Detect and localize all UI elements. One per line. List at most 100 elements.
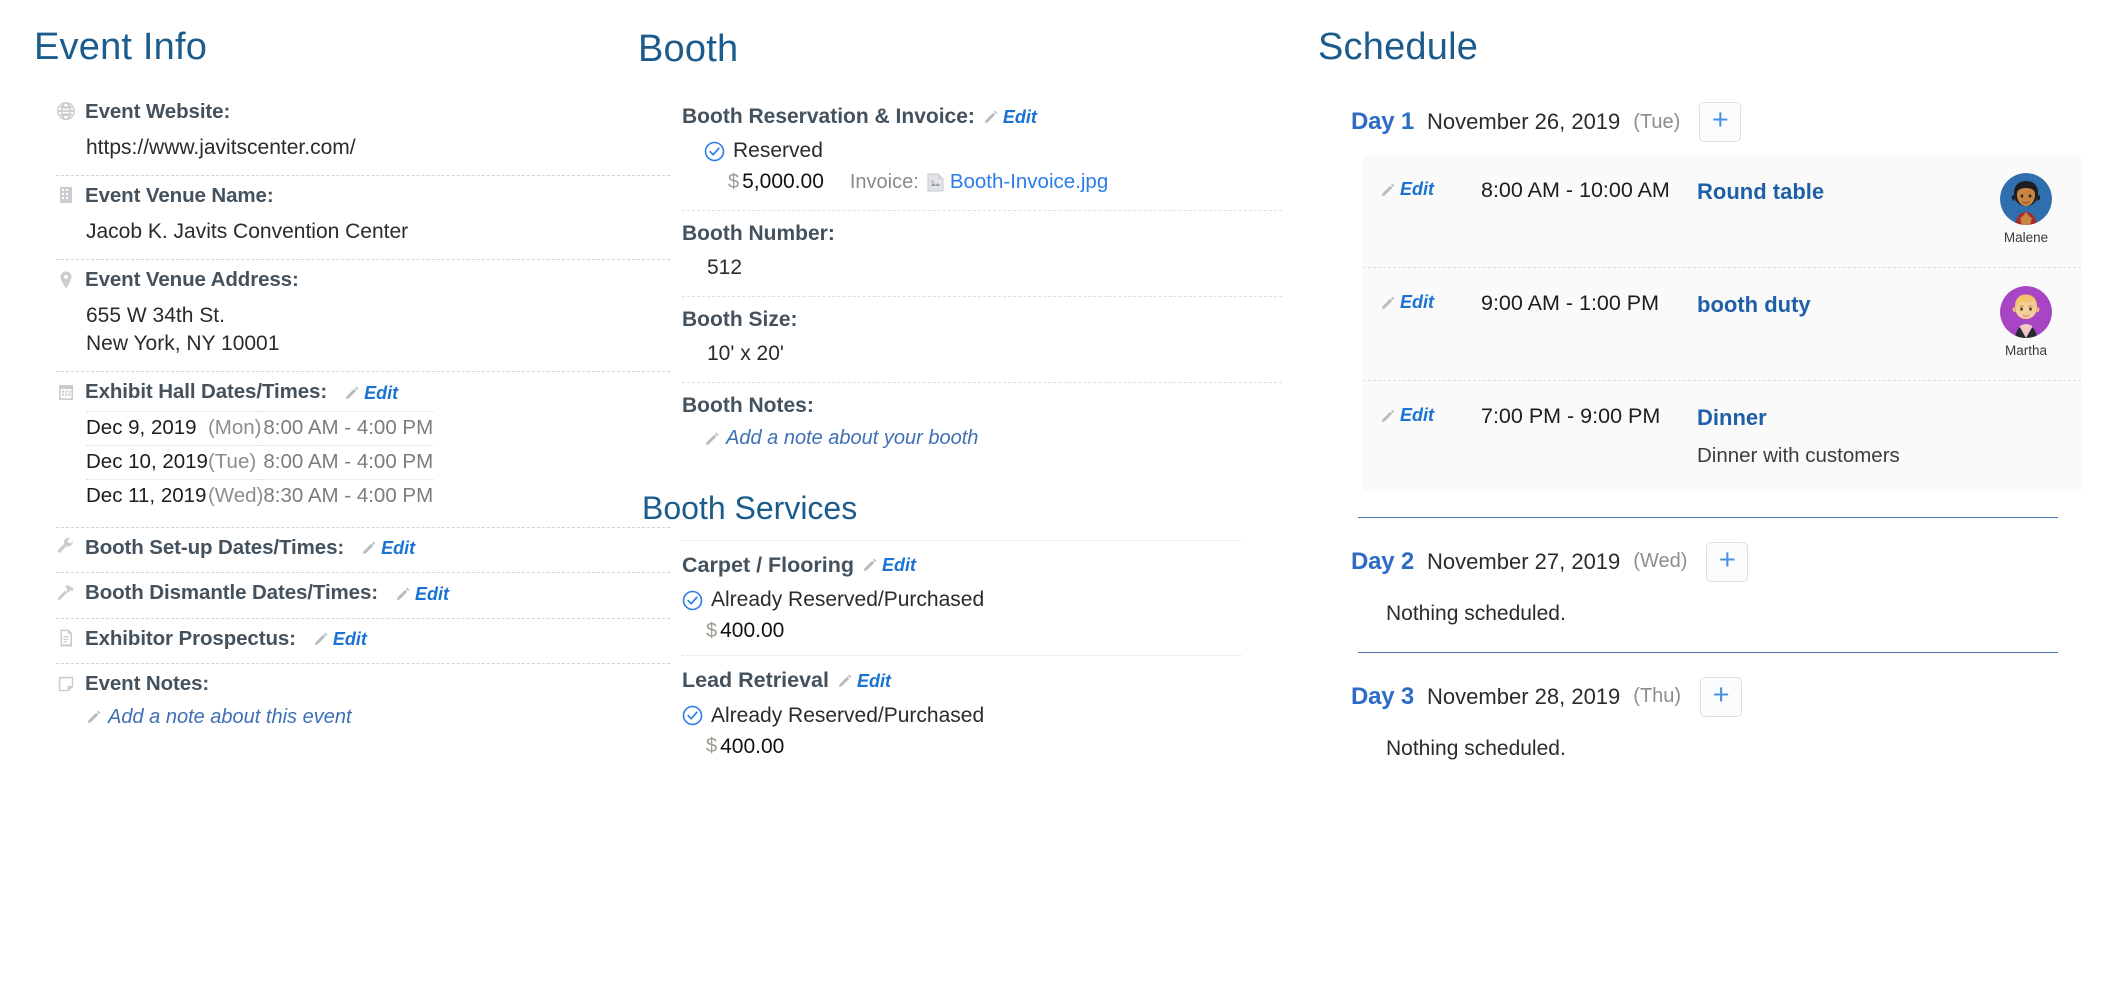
exhibit-date: Dec 11, 2019 — [86, 479, 208, 513]
page-title-schedule: Schedule — [1318, 28, 2108, 66]
currency-symbol: $ — [728, 171, 739, 194]
service-name: Carpet / Flooring — [682, 555, 854, 577]
day-3-nothing-scheduled: Nothing scheduled. — [1386, 737, 2108, 761]
pencil-icon — [361, 540, 377, 556]
plus-icon: + — [1719, 552, 1736, 569]
day-3-dow: (Thu) — [1633, 685, 1681, 708]
event-venue-name-value: Jacob K. Javits Convention Center — [86, 218, 670, 246]
service-status-text: Already Reserved/Purchased — [711, 704, 984, 728]
avatar — [2000, 286, 2052, 338]
day-1-dow: (Tue) — [1633, 111, 1680, 134]
plus-icon: + — [1712, 112, 1729, 129]
edit-label: Edit — [333, 630, 367, 648]
pencil-icon — [1380, 295, 1396, 311]
avatar — [2000, 173, 2052, 225]
table-row: Dec 11, 2019 (Wed) 8:30 AM - 4:00 PM — [86, 479, 433, 513]
pencil-icon — [1380, 182, 1396, 198]
add-schedule-item-day-3-button[interactable]: + — [1700, 677, 1742, 717]
event-venue-address-row: Event Venue Address: 655 W 34th St. New … — [56, 260, 670, 372]
schedule-event-assignee[interactable]: Malene — [1971, 173, 2081, 245]
service-status: Already Reserved/Purchased — [682, 588, 1242, 612]
exhibit-dow: (Wed) — [208, 479, 263, 513]
booth-service-lead-retrieval: Lead Retrieval Edit Already Reserved/Pur… — [682, 655, 1242, 771]
event-venue-address-label: Event Venue Address: — [85, 270, 299, 291]
booth-reservation-label: Booth Reservation & Invoice: — [682, 106, 975, 127]
edit-booth-setup-dates-button[interactable]: Edit — [361, 539, 415, 557]
day-3-header: Day 3 November 28, 2019 (Thu) + — [1318, 677, 2108, 717]
pencil-icon — [344, 385, 360, 401]
day-1-label: Day 1 — [1351, 108, 1414, 136]
note-icon — [56, 674, 76, 694]
service-amount: 400.00 — [720, 735, 784, 759]
day-1-events: Edit 8:00 AM - 10:00 AM Round table — [1363, 155, 2081, 491]
edit-booth-dismantle-dates-button[interactable]: Edit — [395, 585, 449, 603]
check-circle-icon — [704, 141, 725, 162]
edit-schedule-event-button[interactable]: Edit — [1380, 179, 1434, 200]
booth-reservation-status-text: Reserved — [733, 139, 823, 163]
booth-size-row: Booth Size: 10' x 20' — [682, 297, 1282, 383]
service-price-line: $ 400.00 — [706, 735, 1242, 759]
booth-detail-list: Booth Reservation & Invoice: Edit Reserv… — [628, 94, 1288, 468]
schedule-event-assignee[interactable]: Martha — [1971, 286, 2081, 358]
add-schedule-item-day-2-button[interactable]: + — [1706, 542, 1748, 582]
edit-schedule-event-button[interactable]: Edit — [1380, 405, 1434, 426]
exhibit-date: Dec 9, 2019 — [86, 411, 208, 445]
schedule-event-row: Edit 9:00 AM - 1:00 PM booth duty — [1363, 268, 2081, 381]
booth-services-list: Carpet / Flooring Edit Already Reserved/… — [628, 540, 1288, 771]
add-event-note-label: Add a note about this event — [108, 706, 352, 729]
assignee-name: Malene — [2004, 230, 2048, 245]
invoice-label: Invoice: — [850, 171, 919, 194]
plus-icon: + — [1713, 687, 1730, 704]
exhibit-time: 8:00 AM - 4:00 PM — [263, 445, 433, 479]
address-line-1: 655 W 34th St. — [86, 302, 670, 330]
day-2-header: Day 2 November 27, 2019 (Wed) + — [1318, 542, 2108, 582]
booth-invoice-filename: Booth-Invoice.jpg — [950, 170, 1108, 194]
event-info-list: Event Website: https://www.javitscenter.… — [34, 92, 674, 744]
edit-lead-retrieval-button[interactable]: Edit — [837, 672, 891, 690]
check-circle-icon — [682, 590, 703, 611]
pencil-icon — [313, 631, 329, 647]
booth-number-value: 512 — [707, 256, 1282, 280]
add-event-note-link[interactable]: Add a note about this event — [86, 706, 352, 729]
service-amount: 400.00 — [720, 619, 784, 643]
edit-booth-reservation-button[interactable]: Edit — [983, 108, 1037, 126]
booth-service-carpet-flooring: Carpet / Flooring Edit Already Reserved/… — [682, 540, 1242, 656]
booth-setup-dates-label: Booth Set-up Dates/Times: — [85, 538, 344, 559]
booth-size-label: Booth Size: — [682, 309, 798, 330]
event-notes-row: Event Notes: Add a note about this event — [56, 664, 670, 744]
schedule-event-title: booth duty — [1697, 292, 1965, 317]
edit-schedule-event-button[interactable]: Edit — [1380, 292, 1434, 313]
exhibit-dow: (Mon) — [208, 411, 263, 445]
schedule-day-3: Day 3 November 28, 2019 (Thu) + Nothing … — [1318, 677, 2108, 761]
pencil-icon — [1380, 408, 1396, 424]
schedule-event-time: 9:00 AM - 1:00 PM — [1481, 292, 1697, 316]
booth-invoice-link[interactable]: Booth-Invoice.jpg — [927, 170, 1108, 194]
exhibit-date: Dec 10, 2019 — [86, 445, 208, 479]
day-2-date: November 27, 2019 — [1427, 549, 1620, 575]
schedule-event-row: Edit 7:00 PM - 9:00 PM Dinner Dinner wit… — [1363, 381, 2081, 491]
event-website-value: https://www.javitscenter.com/ — [86, 134, 670, 162]
edit-carpet-flooring-button[interactable]: Edit — [862, 556, 916, 574]
edit-exhibitor-prospectus-button[interactable]: Edit — [313, 630, 367, 648]
exhibit-hall-dates-label: Exhibit Hall Dates/Times: — [85, 382, 327, 403]
image-file-icon — [927, 173, 944, 192]
table-row: Dec 9, 2019 (Mon) 8:00 AM - 4:00 PM — [86, 411, 433, 445]
table-row: Dec 10, 2019 (Tue) 8:00 AM - 4:00 PM — [86, 445, 433, 479]
exhibit-hall-dates-row: Exhibit Hall Dates/Times: Edit Dec 9, 20… — [56, 372, 670, 528]
booth-services-title: Booth Services — [642, 492, 1288, 524]
pencil-icon — [862, 557, 878, 573]
day-2-label: Day 2 — [1351, 548, 1414, 576]
edit-label: Edit — [857, 672, 891, 690]
day-divider — [1358, 652, 2058, 653]
page-title-event-info: Event Info — [34, 28, 674, 66]
add-booth-note-link[interactable]: Add a note about your booth — [704, 427, 978, 450]
booth-number-row: Booth Number: 512 — [682, 211, 1282, 297]
edit-exhibit-hall-dates-button[interactable]: Edit — [344, 384, 398, 402]
service-status-text: Already Reserved/Purchased — [711, 588, 984, 612]
currency-symbol: $ — [706, 620, 717, 643]
pencil-icon — [704, 431, 720, 447]
add-schedule-item-day-1-button[interactable]: + — [1699, 102, 1741, 142]
pencil-icon — [837, 673, 853, 689]
check-circle-icon — [682, 705, 703, 726]
event-venue-name-row: Event Venue Name: Jacob K. Javits Conven… — [56, 176, 670, 260]
